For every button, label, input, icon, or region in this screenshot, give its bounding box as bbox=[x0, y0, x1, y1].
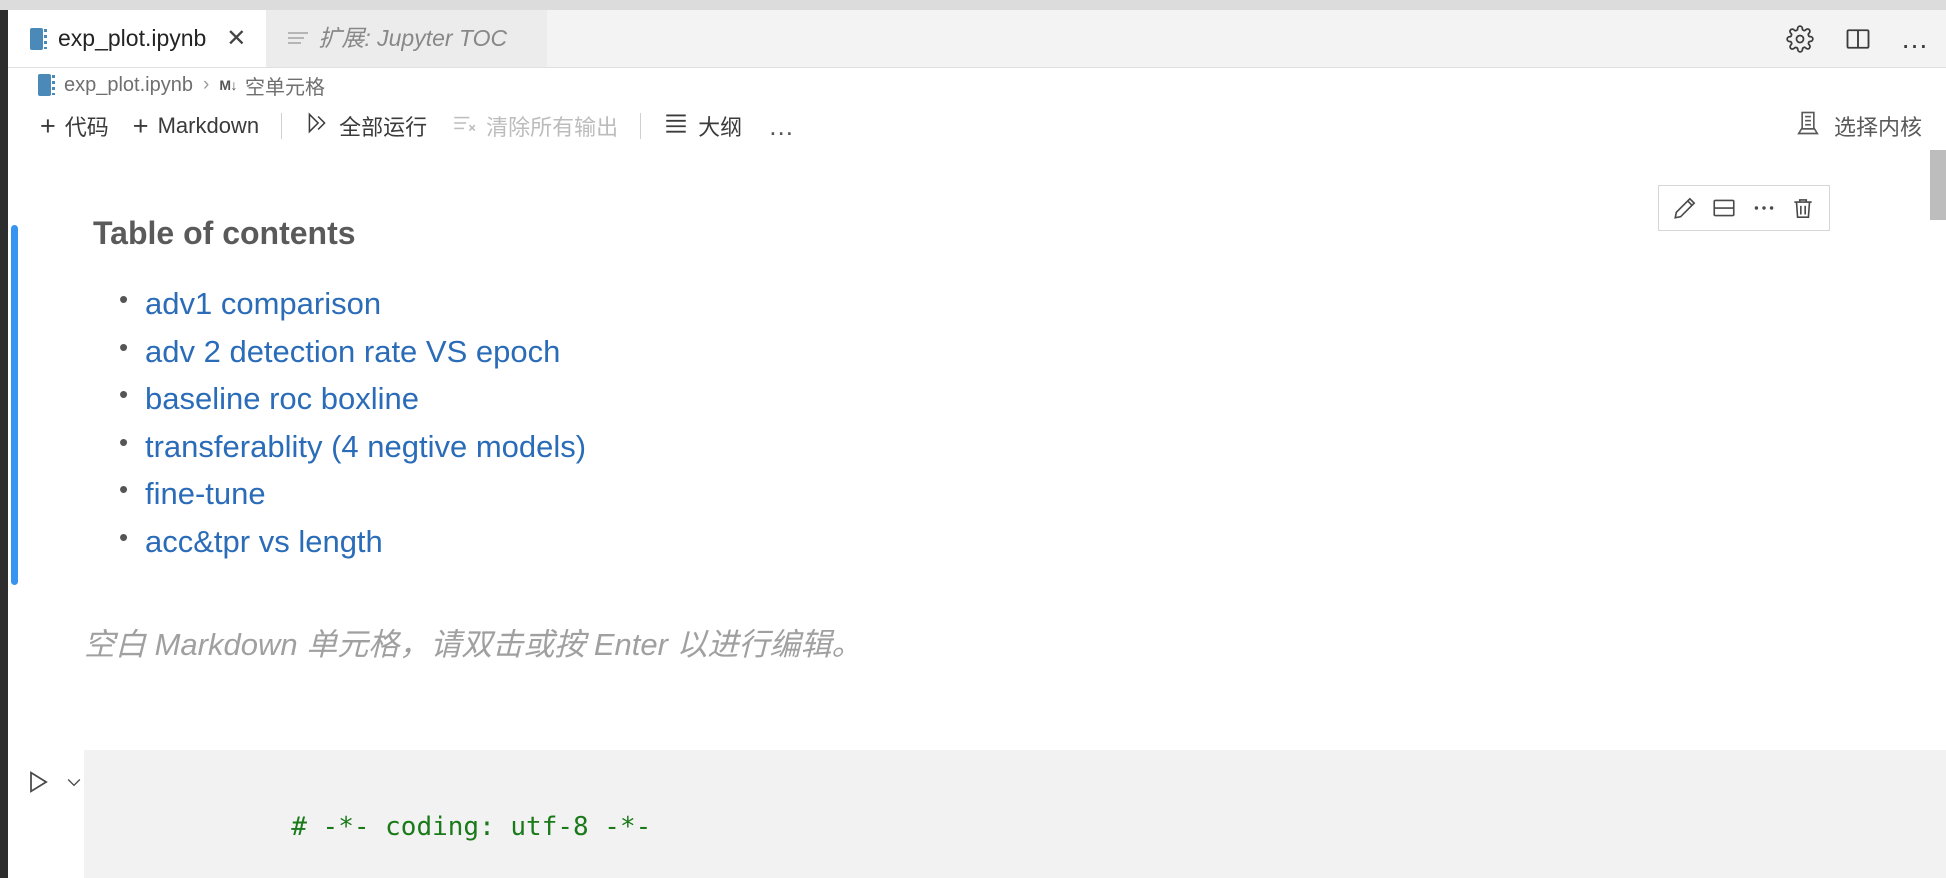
list-item: baseline roc boxline bbox=[93, 379, 1793, 418]
title-strip bbox=[0, 0, 1946, 10]
list-item: fine-tune bbox=[93, 474, 1793, 513]
markdown-rendered-body: Table of contents adv1 comparison adv 2 … bbox=[93, 215, 1793, 571]
run-cell-icon[interactable] bbox=[24, 768, 52, 801]
toc-link-acc-tpr-vs-length[interactable]: acc&tpr vs length bbox=[145, 524, 383, 559]
gear-icon[interactable] bbox=[1784, 23, 1816, 55]
close-icon[interactable]: ✕ bbox=[224, 26, 248, 51]
notebook-toolbar: + 代码 + Markdown 全部运行 清除所有输出 大纲 … 选择内核 bbox=[8, 102, 1946, 150]
add-markdown-label: Markdown bbox=[157, 113, 260, 138]
markdown-cell-blank[interactable]: 空白 Markdown 单元格，请双击或按 Enter 以进行编辑。 bbox=[8, 575, 1946, 685]
outline-label: 大纲 bbox=[698, 115, 743, 140]
code-line-2: import matplotlib.pyplot as plt bbox=[84, 872, 1946, 878]
toc-link-baseline-roc-boxline[interactable]: baseline roc boxline bbox=[145, 381, 419, 416]
vscode-notebook-window: exp_plot.ipynb ✕ 扩展: Jupyter TOC … exp_p… bbox=[0, 0, 1946, 878]
list-icon bbox=[288, 31, 309, 47]
markdown-cell-toc[interactable]: Table of contents adv1 comparison adv 2 … bbox=[8, 215, 1946, 615]
toc-link-fine-tune[interactable]: fine-tune bbox=[145, 476, 266, 511]
notebook-icon bbox=[30, 27, 48, 50]
list-item: transferablity (4 negtive models) bbox=[93, 427, 1793, 466]
page-title: Table of contents bbox=[93, 215, 356, 251]
list-item: adv1 comparison bbox=[93, 284, 1793, 323]
select-kernel-label: 选择内核 bbox=[1833, 115, 1922, 140]
toc-list: adv1 comparison adv 2 detection rate VS … bbox=[93, 284, 1793, 561]
editor-tab-bar: exp_plot.ipynb ✕ 扩展: Jupyter TOC … bbox=[8, 10, 1946, 68]
code-comment: # -*- coding: utf-8 -*- bbox=[291, 812, 652, 842]
add-code-label: 代码 bbox=[64, 115, 109, 140]
select-kernel-button[interactable]: 选择内核 bbox=[1794, 102, 1922, 150]
kernel-icon bbox=[1794, 109, 1822, 143]
run-all-label: 全部运行 bbox=[339, 115, 428, 140]
code-cell[interactable]: # -*- coding: utf-8 -*- import matplotli… bbox=[8, 750, 1946, 878]
clear-all-outputs-button[interactable]: 清除所有输出 bbox=[439, 107, 630, 145]
run-all-button[interactable]: 全部运行 bbox=[292, 107, 439, 145]
plus-icon: + bbox=[132, 110, 149, 141]
editor-actions: … bbox=[1784, 10, 1932, 68]
tab-exp-plot-ipynb[interactable]: exp_plot.ipynb ✕ bbox=[8, 10, 267, 67]
notebook-icon bbox=[38, 74, 56, 96]
code-cell-gutter bbox=[24, 754, 86, 814]
breadcrumb: exp_plot.ipynb › M↓ 空单元格 bbox=[8, 68, 1946, 102]
code-line-1: # -*- coding: utf-8 -*- bbox=[84, 750, 1946, 872]
tab-label: exp_plot.ipynb bbox=[58, 25, 207, 51]
breadcrumb-cell[interactable]: 空单元格 bbox=[245, 71, 325, 100]
clear-outputs-label: 清除所有输出 bbox=[486, 115, 619, 140]
more-actions-icon[interactable]: … bbox=[1900, 23, 1932, 55]
plus-icon: + bbox=[40, 110, 56, 141]
toc-link-adv2-detection-rate[interactable]: adv 2 detection rate VS epoch bbox=[145, 334, 560, 369]
toolbar-divider bbox=[281, 113, 283, 139]
split-editor-icon[interactable] bbox=[1842, 23, 1874, 55]
list-item: adv 2 detection rate VS epoch bbox=[93, 332, 1793, 371]
blank-cell-placeholder: 空白 Markdown 单元格，请双击或按 Enter 以进行编辑。 bbox=[84, 627, 863, 662]
selected-cell-indicator bbox=[11, 225, 18, 585]
chevron-down-icon[interactable] bbox=[64, 772, 84, 797]
scrollbar-thumb[interactable] bbox=[1930, 150, 1946, 220]
vertical-scrollbar[interactable] bbox=[1930, 150, 1946, 878]
toc-link-adv1-comparison[interactable]: adv1 comparison bbox=[145, 286, 381, 321]
breadcrumb-file[interactable]: exp_plot.ipynb bbox=[64, 74, 193, 97]
outline-icon bbox=[663, 110, 689, 142]
markdown-badge-icon: M↓ bbox=[219, 77, 237, 93]
list-item: acc&tpr vs length bbox=[93, 522, 1793, 561]
toc-link-transferablity[interactable]: transferablity (4 negtive models) bbox=[145, 429, 586, 464]
toolbar-more-icon[interactable]: … bbox=[754, 113, 811, 139]
breadcrumb-separator: › bbox=[202, 74, 210, 95]
tab-label: 扩展: Jupyter TOC bbox=[318, 25, 508, 51]
outline-button[interactable]: 大纲 bbox=[651, 107, 754, 145]
add-markdown-cell-button[interactable]: + Markdown bbox=[121, 110, 271, 143]
add-code-cell-button[interactable]: + 代码 bbox=[28, 107, 121, 145]
tab-jupyter-toc-extension[interactable]: 扩展: Jupyter TOC bbox=[266, 10, 548, 67]
run-all-icon bbox=[304, 110, 330, 142]
activity-bar-edge bbox=[0, 10, 8, 878]
clear-outputs-icon bbox=[451, 110, 477, 142]
toolbar-divider bbox=[640, 113, 642, 139]
code-editor[interactable]: # -*- coding: utf-8 -*- import matplotli… bbox=[84, 750, 1946, 878]
